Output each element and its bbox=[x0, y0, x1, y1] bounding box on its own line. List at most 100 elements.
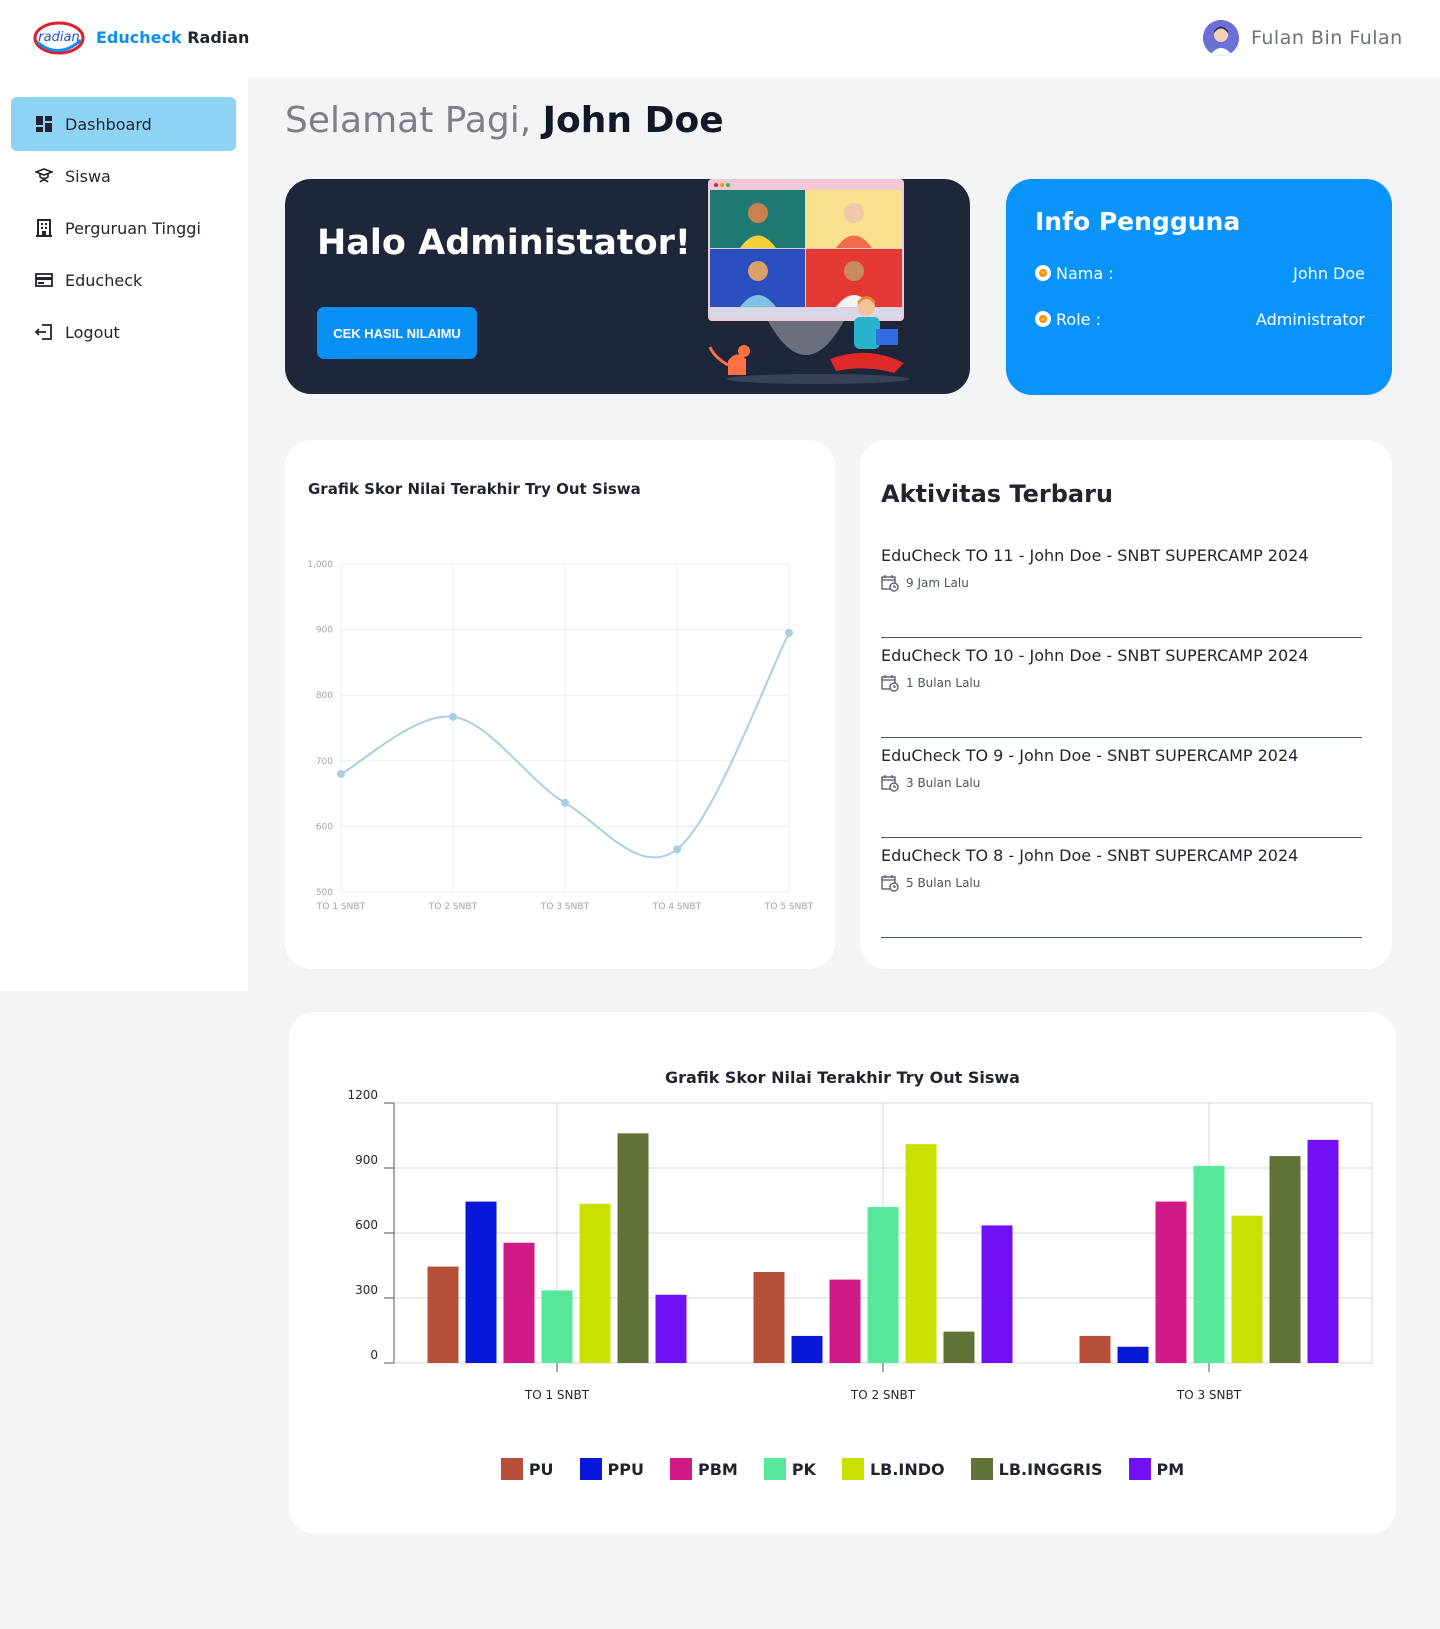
info-value: John Doe bbox=[1293, 263, 1365, 283]
info-row-role: Role : Administrator bbox=[1035, 307, 1365, 331]
bar bbox=[1079, 1335, 1111, 1363]
legend-swatch bbox=[500, 1458, 523, 1480]
card-icon bbox=[35, 271, 53, 289]
y-tick-label: 600 bbox=[355, 1218, 378, 1232]
svg-text:radian: radian bbox=[38, 30, 79, 45]
sidebar-item-siswa[interactable]: Siswa bbox=[11, 149, 236, 203]
bullet-icon bbox=[1035, 311, 1051, 327]
legend-item[interactable]: PU bbox=[500, 1458, 554, 1480]
y-tick-label: 800 bbox=[316, 691, 333, 701]
list-item[interactable]: EduCheck TO 11 - John Doe - SNBT SUPERCA… bbox=[881, 538, 1362, 638]
top-header: radian Educheck Radian Fulan Bin Fulan bbox=[0, 0, 1440, 78]
legend-item[interactable]: PBM bbox=[669, 1458, 738, 1480]
legend-swatch bbox=[841, 1458, 864, 1480]
bar bbox=[867, 1207, 899, 1363]
legend-swatch bbox=[669, 1458, 692, 1480]
sidebar-item-logout[interactable]: Logout bbox=[11, 305, 236, 359]
bar bbox=[1231, 1215, 1263, 1363]
bar bbox=[541, 1290, 573, 1363]
info-row-name: Nama : John Doe bbox=[1035, 261, 1365, 285]
bullet-icon bbox=[1035, 265, 1051, 281]
bar bbox=[1193, 1165, 1225, 1363]
bar bbox=[943, 1331, 975, 1363]
x-tick-label: TO 5 SNBT bbox=[764, 902, 814, 912]
activity-item-title: EduCheck TO 10 - John Doe - SNBT SUPERCA… bbox=[881, 646, 1309, 665]
y-tick-label: 700 bbox=[316, 757, 333, 767]
legend-item[interactable]: PM bbox=[1128, 1458, 1185, 1480]
bar bbox=[579, 1203, 611, 1363]
activity-item-time: 9 Jam Lalu bbox=[881, 574, 969, 592]
logout-icon bbox=[35, 323, 53, 341]
y-tick-label: 900 bbox=[355, 1153, 378, 1167]
calendar-clock-icon bbox=[881, 675, 899, 692]
activity-time-label: 5 Bulan Lalu bbox=[906, 876, 981, 890]
x-tick-label: TO 4 SNBT bbox=[652, 902, 702, 912]
data-point bbox=[449, 712, 457, 721]
sidebar-item-dashboard[interactable]: Dashboard bbox=[11, 97, 236, 151]
activity-item-time: 1 Bulan Lalu bbox=[881, 674, 980, 692]
bar bbox=[905, 1144, 937, 1363]
info-label: Nama : bbox=[1056, 263, 1114, 283]
radian-logo[interactable]: radian bbox=[33, 20, 85, 56]
bar bbox=[1269, 1156, 1301, 1363]
legend-item[interactable]: PK bbox=[763, 1458, 816, 1480]
data-point bbox=[561, 798, 569, 807]
video-call-illustration bbox=[708, 179, 910, 384]
bar bbox=[655, 1294, 687, 1363]
activity-time-label: 1 Bulan Lalu bbox=[906, 676, 981, 690]
avatar[interactable] bbox=[1203, 20, 1239, 56]
welcome-banner: Halo Administator! CEK HASIL NILAIMU bbox=[285, 179, 970, 394]
legend-label: PM bbox=[1156, 1459, 1185, 1479]
sidebar-item-label: Educheck bbox=[65, 270, 143, 290]
bar bbox=[753, 1272, 785, 1363]
y-tick-label: 1,000 bbox=[307, 560, 333, 570]
list-item[interactable]: EduCheck TO 8 - John Doe - SNBT SUPERCAM… bbox=[881, 838, 1362, 938]
activity-item-time: 5 Bulan Lalu bbox=[881, 874, 980, 892]
calendar-clock-icon bbox=[881, 875, 899, 892]
activity-item-title: EduCheck TO 11 - John Doe - SNBT SUPERCA… bbox=[881, 546, 1309, 565]
check-results-button[interactable]: CEK HASIL NILAIMU bbox=[317, 307, 477, 359]
bar-chart: 0 300 600 900 1200 TO 1 SNBT TO 2 SNBT TO 3 SNB… bbox=[347, 1088, 1373, 1402]
activity-time-label: 9 Jam Lalu bbox=[906, 576, 969, 590]
x-tick-label: TO 2 SNBT bbox=[850, 1388, 916, 1402]
bar bbox=[617, 1133, 649, 1363]
user-name[interactable]: Fulan Bin Fulan bbox=[1251, 27, 1403, 49]
bar bbox=[791, 1335, 823, 1363]
legend-swatch bbox=[579, 1458, 602, 1480]
info-title: Info Pengguna bbox=[1035, 207, 1241, 236]
greeting-name: John Doe bbox=[542, 100, 724, 141]
user-avatar-icon bbox=[1203, 20, 1239, 56]
legend-label: PK bbox=[791, 1459, 816, 1479]
y-tick-label: 1200 bbox=[347, 1088, 378, 1102]
sidebar-item-perguruan-tinggi[interactable]: Perguruan Tinggi bbox=[11, 201, 236, 255]
data-point bbox=[785, 628, 793, 637]
info-value: Administrator bbox=[1255, 309, 1365, 329]
calendar-clock-icon bbox=[881, 575, 899, 592]
legend-item[interactable]: PPU bbox=[579, 1458, 644, 1480]
sidebar-item-label: Perguruan Tinggi bbox=[65, 218, 201, 238]
bar bbox=[1155, 1201, 1187, 1363]
brand-part-1: Educheck bbox=[96, 28, 182, 47]
line-chart-card: Grafik Skor Nilai Terakhir Try Out Siswa… bbox=[285, 440, 835, 969]
legend-item[interactable]: LB.INGGRIS bbox=[970, 1458, 1103, 1480]
legend-swatch bbox=[970, 1458, 993, 1480]
list-item[interactable]: EduCheck TO 9 - John Doe - SNBT SUPERCAM… bbox=[881, 738, 1362, 838]
list-item[interactable]: EduCheck TO 10 - John Doe - SNBT SUPERCA… bbox=[881, 638, 1362, 738]
bar bbox=[465, 1201, 497, 1363]
x-tick-label: TO 1 SNBT bbox=[316, 902, 366, 912]
sidebar: Dashboard Siswa Perguruan Tinggi Educhec… bbox=[0, 78, 248, 991]
bar-chart-card: Grafik Skor Nilai Terakhir Try Out Siswa… bbox=[289, 1012, 1396, 1534]
legend-item[interactable]: LB.INDO bbox=[841, 1458, 945, 1480]
bar bbox=[1307, 1139, 1339, 1363]
y-tick-label: 600 bbox=[316, 822, 333, 832]
bar bbox=[981, 1225, 1013, 1363]
y-tick-label: 300 bbox=[355, 1283, 378, 1297]
sidebar-item-educheck[interactable]: Educheck bbox=[11, 253, 236, 307]
activity-item-time: 3 Bulan Lalu bbox=[881, 774, 980, 792]
user-info-card: Info Pengguna Nama : John Doe Role : Adm… bbox=[1006, 179, 1392, 395]
dashboard-icon bbox=[35, 115, 53, 133]
sidebar-item-label: Dashboard bbox=[65, 114, 152, 134]
bar bbox=[1117, 1346, 1149, 1363]
calendar-clock-icon bbox=[881, 775, 899, 792]
legend-label: LB.INGGRIS bbox=[998, 1459, 1103, 1479]
